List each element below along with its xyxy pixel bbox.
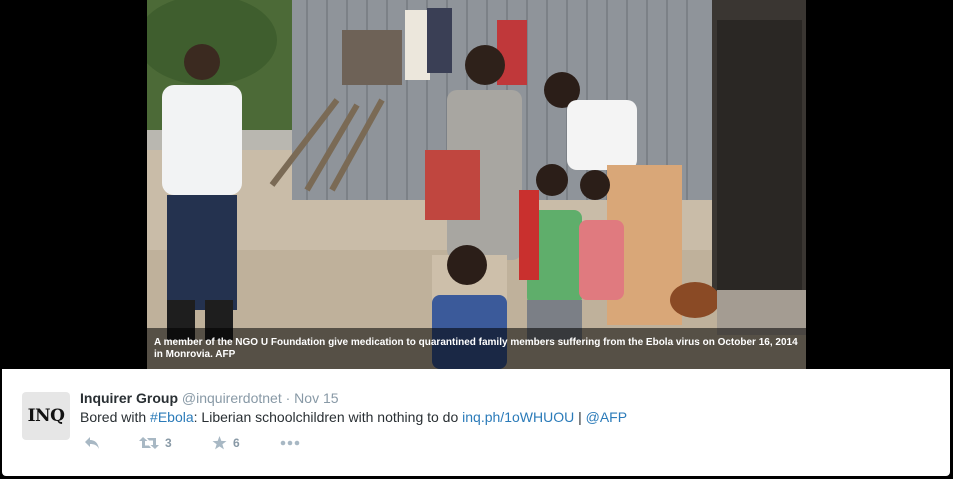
- separator-dot: ·: [285, 390, 291, 406]
- hashtag-link[interactable]: #Ebola: [150, 409, 194, 425]
- more-button[interactable]: [280, 440, 300, 446]
- tweet-header: Inquirer Group @inquirerdotnet · Nov 15: [80, 390, 339, 406]
- mention-link[interactable]: @AFP: [586, 409, 627, 425]
- avatar[interactable]: INQ: [22, 392, 70, 440]
- author-name[interactable]: Inquirer Group: [80, 390, 178, 406]
- avatar-logo-text: INQ: [27, 406, 65, 426]
- retweet-count: 3: [165, 436, 172, 450]
- reply-button[interactable]: [84, 436, 100, 450]
- tweet-text: Bored with #Ebola: Liberian schoolchildr…: [80, 409, 627, 425]
- more-dots-icon: [280, 440, 300, 446]
- author-handle[interactable]: @inquirerdotnet: [182, 390, 282, 406]
- tweet-text-middle: : Liberian schoolchildren with nothing t…: [193, 409, 463, 425]
- retweet-button[interactable]: 3: [139, 436, 172, 450]
- tweet-card: INQ Inquirer Group @inquirerdotnet · Nov…: [2, 369, 950, 476]
- url-link[interactable]: inq.ph/1oWHUOU: [462, 409, 574, 425]
- retweet-icon: [139, 437, 159, 449]
- tweet-text-pipe: |: [574, 409, 586, 425]
- photo-illustration: [147, 0, 806, 369]
- photo-caption: A member of the NGO U Foundation give me…: [147, 328, 806, 369]
- favorite-button[interactable]: 6: [212, 436, 240, 450]
- star-icon: [212, 436, 227, 450]
- reply-icon: [85, 437, 99, 449]
- tweet-text-prefix: Bored with: [80, 409, 151, 425]
- media-area: A member of the NGO U Foundation give me…: [0, 0, 953, 369]
- tweet-timestamp[interactable]: Nov 15: [294, 390, 338, 406]
- favorite-count: 6: [233, 436, 240, 450]
- tweet-photo[interactable]: A member of the NGO U Foundation give me…: [147, 0, 806, 369]
